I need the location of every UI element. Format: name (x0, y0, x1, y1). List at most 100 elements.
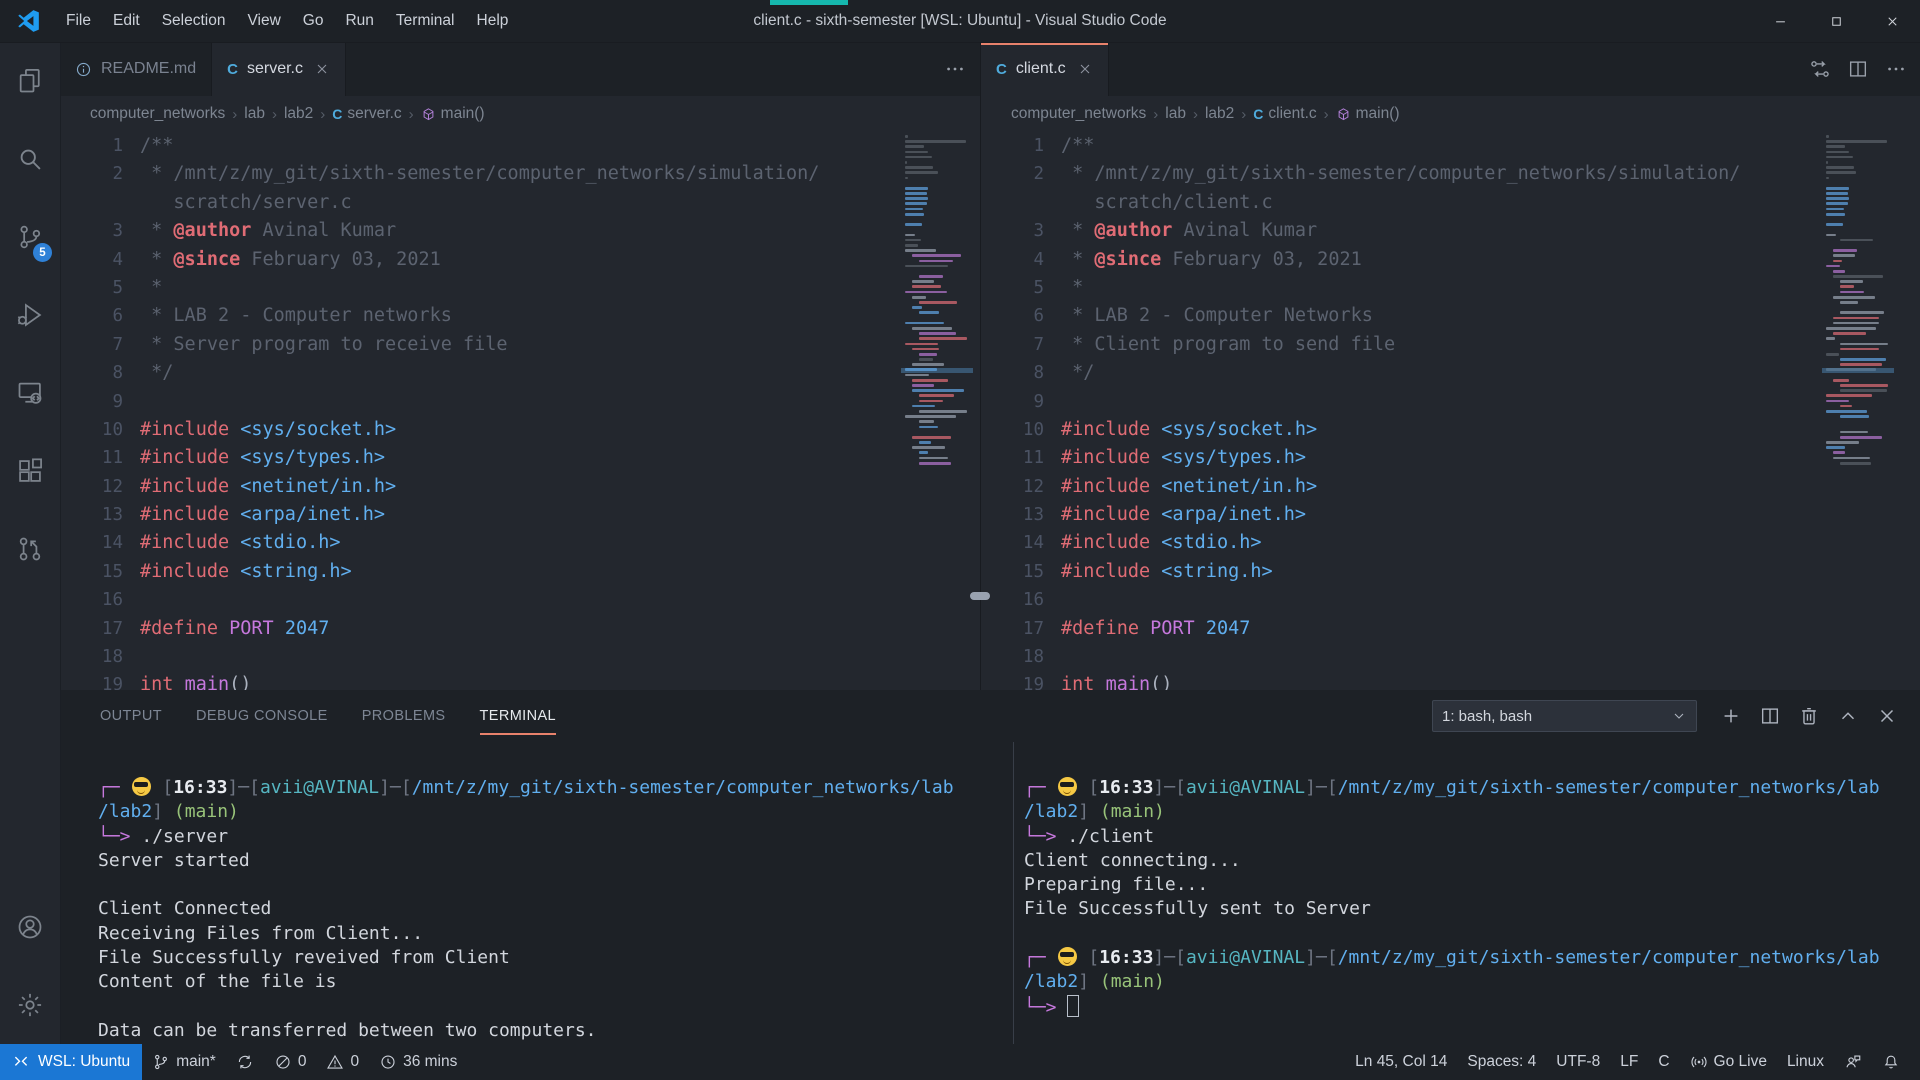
compare-icon[interactable] (1809, 58, 1831, 80)
code-row: 8 */ (981, 359, 1841, 387)
maximize-panel-icon[interactable] (1837, 705, 1859, 727)
breadcrumb-item[interactable]: Cserver.c (332, 105, 401, 123)
menu-item-help[interactable]: Help (466, 0, 520, 42)
minimize-button[interactable] (1752, 0, 1808, 42)
breadcrumb-item[interactable]: computer_networks (90, 105, 225, 123)
status-feedback[interactable] (1834, 1044, 1872, 1080)
panel-tab-debug-console[interactable]: DEBUG CONSOLE (196, 690, 328, 742)
code-text (123, 643, 151, 671)
activity-item-source-control[interactable]: 5 (0, 198, 60, 276)
panel-tab-output[interactable]: OUTPUT (100, 690, 162, 742)
remote-explorer-icon (16, 379, 44, 407)
breadcrumb-item[interactable]: lab2 (1205, 105, 1234, 123)
code-lines: 1/**2 * /mnt/z/my_git/sixth-semester/com… (981, 132, 1841, 690)
status-go-live[interactable]: Go Live (1680, 1044, 1777, 1080)
code-text: #include <sys/types.h> (123, 444, 385, 472)
status-0[interactable]: 0 (316, 1044, 369, 1080)
code-area[interactable]: 1/**2 * /mnt/z/my_git/sixth-semester/com… (60, 132, 980, 690)
breadcrumb-item[interactable]: computer_networks (1011, 105, 1146, 123)
status-label: Go Live (1714, 1053, 1767, 1071)
kill-terminal-icon[interactable] (1798, 705, 1820, 727)
scrollbar-thumb[interactable] (970, 592, 990, 600)
c-file-icon: C (1253, 106, 1263, 122)
minimap[interactable] (1826, 134, 1890, 686)
breadcrumb-separator: › (272, 106, 277, 123)
activity-item-settings-gear[interactable] (0, 966, 60, 1044)
tab-client.c[interactable]: Cclient.c (981, 42, 1109, 96)
activity-item-search[interactable] (0, 120, 60, 198)
breadcrumb-label: lab (1165, 105, 1186, 123)
terminal-row: Receiving Files from Client... (98, 922, 1013, 946)
status-lf[interactable]: LF (1610, 1044, 1648, 1080)
status-main-[interactable]: main* (142, 1044, 226, 1080)
titlebar: FileEditSelectionViewGoRunTerminalHelp c… (0, 0, 1920, 43)
sunglasses-emoji (1058, 777, 1077, 796)
activity-item-explorer[interactable] (0, 42, 60, 120)
status-ln-45-col-14[interactable]: Ln 45, Col 14 (1345, 1044, 1457, 1080)
terminal-select[interactable]: 1: bash, bash (1432, 700, 1697, 732)
close-window-button[interactable] (1864, 0, 1920, 42)
menu-item-go[interactable]: Go (292, 0, 335, 42)
breadcrumb-item[interactable]: lab (1165, 105, 1186, 123)
menu-item-file[interactable]: File (55, 0, 102, 42)
close-panel-icon[interactable] (1876, 705, 1898, 727)
activity-item-remote-explorer[interactable] (0, 354, 60, 432)
breadcrumb-item[interactable]: main() (1336, 105, 1400, 123)
close-tab-icon[interactable] (314, 61, 330, 77)
line-number: 17 (60, 615, 123, 643)
menu-item-edit[interactable]: Edit (102, 0, 151, 42)
breadcrumb-item[interactable]: main() (421, 105, 485, 123)
chevron-down-icon (1671, 708, 1687, 724)
close-tab-icon[interactable] (1077, 61, 1093, 77)
code-row: 3 * @author Avinal Kumar (60, 217, 900, 245)
breadcrumb-item[interactable]: Cclient.c (1253, 105, 1316, 123)
status-36-mins[interactable]: 36 mins (369, 1044, 467, 1080)
menu-item-terminal[interactable]: Terminal (385, 0, 466, 42)
panel-tab-terminal[interactable]: TERMINAL (480, 690, 557, 742)
terminal-row: File Successfully reveived from Client (98, 946, 1013, 970)
more-icon[interactable] (1885, 58, 1907, 80)
activity-item-account[interactable] (0, 888, 60, 966)
code-text: #include <sys/types.h> (1044, 444, 1306, 472)
panel-tab-problems[interactable]: PROBLEMS (362, 690, 446, 742)
code-area[interactable]: 1/**2 * /mnt/z/my_git/sixth-semester/com… (981, 132, 1920, 690)
more-icon[interactable] (944, 58, 966, 80)
new-terminal-icon[interactable] (1720, 705, 1742, 727)
terminal-left[interactable]: ┌─ [16:33]─[avii@AVINAL]─[/mnt/z/my_git/… (60, 742, 1013, 1044)
status-sync[interactable] (226, 1044, 264, 1080)
code-text: /** (1044, 132, 1094, 160)
panel: OUTPUT DEBUG CONSOLE PROBLEMS TERMINAL 1: b… (60, 690, 1920, 1044)
breadcrumb-item[interactable]: lab (244, 105, 265, 123)
status-0[interactable]: 0 (264, 1044, 317, 1080)
activity-item-github-pr[interactable] (0, 510, 60, 588)
scm-badge: 5 (33, 243, 52, 262)
status-c[interactable]: C (1648, 1044, 1679, 1080)
split-editor-icon[interactable] (1847, 58, 1869, 80)
breadcrumb-item[interactable]: lab2 (284, 105, 313, 123)
code-text: * (123, 274, 162, 302)
status-bell[interactable] (1872, 1044, 1910, 1080)
code-row: 10#include <sys/socket.h> (60, 416, 900, 444)
split-terminal-icon[interactable] (1759, 705, 1781, 727)
menu-item-selection[interactable]: Selection (151, 0, 237, 42)
code-text: * LAB 2 - Computer Networks (1044, 302, 1373, 330)
tab-server.c[interactable]: Cserver.c (212, 42, 346, 96)
maximize-button[interactable] (1808, 0, 1864, 42)
menu-item-view[interactable]: View (236, 0, 291, 42)
code-text: * Server program to receive file (123, 331, 508, 359)
status-spaces-4[interactable]: Spaces: 4 (1457, 1044, 1546, 1080)
status-wsl-ubuntu[interactable]: WSL: Ubuntu (0, 1044, 142, 1080)
code-text (123, 388, 151, 416)
line-number: 5 (981, 274, 1044, 302)
menu-item-run[interactable]: Run (334, 0, 384, 42)
minimap[interactable] (905, 134, 969, 686)
status-linux[interactable]: Linux (1777, 1044, 1834, 1080)
tab-README.md[interactable]: README.md (60, 42, 212, 96)
breadcrumb: computer_networks›lab›lab2›Cclient.c›mai… (981, 96, 1920, 132)
activity-item-run-debug[interactable] (0, 276, 60, 354)
activity-item-extensions[interactable] (0, 432, 60, 510)
line-number: 12 (981, 473, 1044, 501)
status-utf-8[interactable]: UTF-8 (1546, 1044, 1610, 1080)
code-row: 9 (981, 388, 1841, 416)
terminal-right[interactable]: ┌─ [16:33]─[avii@AVINAL]─[/mnt/z/my_git/… (1013, 742, 1920, 1044)
